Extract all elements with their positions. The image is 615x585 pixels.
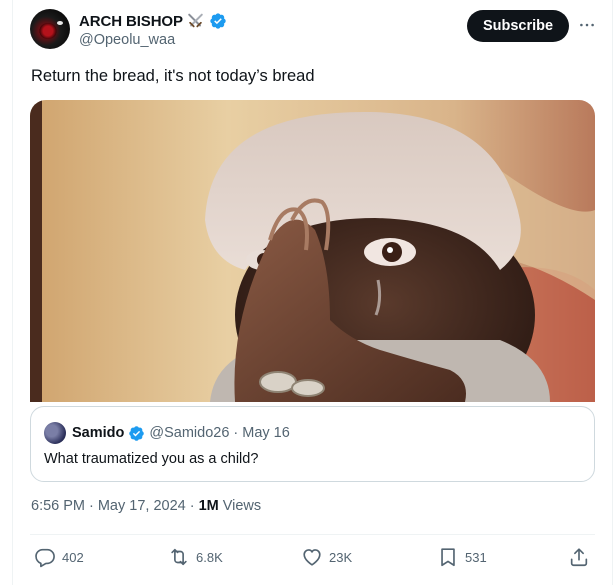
quoted-author-name[interactable]: Samido [72, 425, 124, 441]
repost-count: 6.8K [196, 549, 223, 565]
reply-count: 402 [62, 549, 84, 565]
bookmark-count: 531 [465, 549, 487, 565]
more-icon[interactable] [576, 15, 598, 35]
bookmark-button[interactable]: 531 [437, 542, 487, 572]
views-count[interactable]: 1M [199, 498, 219, 514]
subscribe-button[interactable]: Subscribe [467, 10, 569, 42]
author-avatar[interactable] [30, 9, 70, 49]
quoted-tweet-text: What traumatized you as a child? [44, 451, 259, 467]
tweet-time[interactable]: 6:56 PM [31, 498, 85, 514]
bookmark-icon [441, 548, 455, 567]
reply-icon [35, 548, 55, 568]
timeline-border-right [612, 0, 613, 585]
tweet-date[interactable]: May 17, 2024 [98, 498, 186, 514]
share-button[interactable] [568, 542, 590, 572]
crossed-swords-icon [186, 12, 205, 30]
repost-icon [171, 548, 187, 566]
verified-badge-icon[interactable] [209, 12, 227, 30]
repost-button[interactable]: 6.8K [168, 542, 223, 572]
verified-badge-icon [128, 425, 145, 442]
quoted-author-avatar[interactable] [44, 422, 66, 444]
quoted-author-handle[interactable]: @Samido26 [149, 425, 229, 441]
timeline-border-left [12, 0, 13, 585]
meta-separator: · [89, 498, 94, 514]
views-label: Views [222, 498, 262, 514]
avatar-eye-graphic [57, 21, 63, 25]
reply-button[interactable]: 402 [34, 542, 84, 572]
tweet-text: Return the bread, it's not today’s bread [31, 67, 315, 85]
like-count: 23K [329, 549, 353, 565]
author-handle[interactable]: @Opeolu_waa [79, 32, 175, 48]
quoted-tweet-header: Samido @Samido26 · May 16 [72, 422, 290, 444]
avatar-face-graphic [39, 23, 57, 39]
quoted-tweet-card[interactable]: Samido @Samido26 · May 16 What traumatiz… [30, 406, 595, 482]
author-display-name[interactable]: ARCH BISHOP [79, 13, 183, 30]
like-button[interactable]: 23K [301, 542, 352, 572]
tweet-metadata: 6:56 PM · May 17, 2024 · 1M Views [31, 498, 261, 514]
divider [30, 534, 595, 535]
share-icon [570, 548, 588, 567]
action-bar: 402 6.8K 23K 531 [0, 542, 615, 572]
quoted-tweet-date[interactable]: May 16 [242, 425, 290, 441]
meta-separator: · [189, 498, 195, 514]
quoted-separator: · [233, 425, 239, 441]
heart-icon [303, 549, 321, 566]
tweet-media-image[interactable] [30, 100, 595, 402]
author-name-row[interactable]: ARCH BISHOP [79, 11, 227, 31]
